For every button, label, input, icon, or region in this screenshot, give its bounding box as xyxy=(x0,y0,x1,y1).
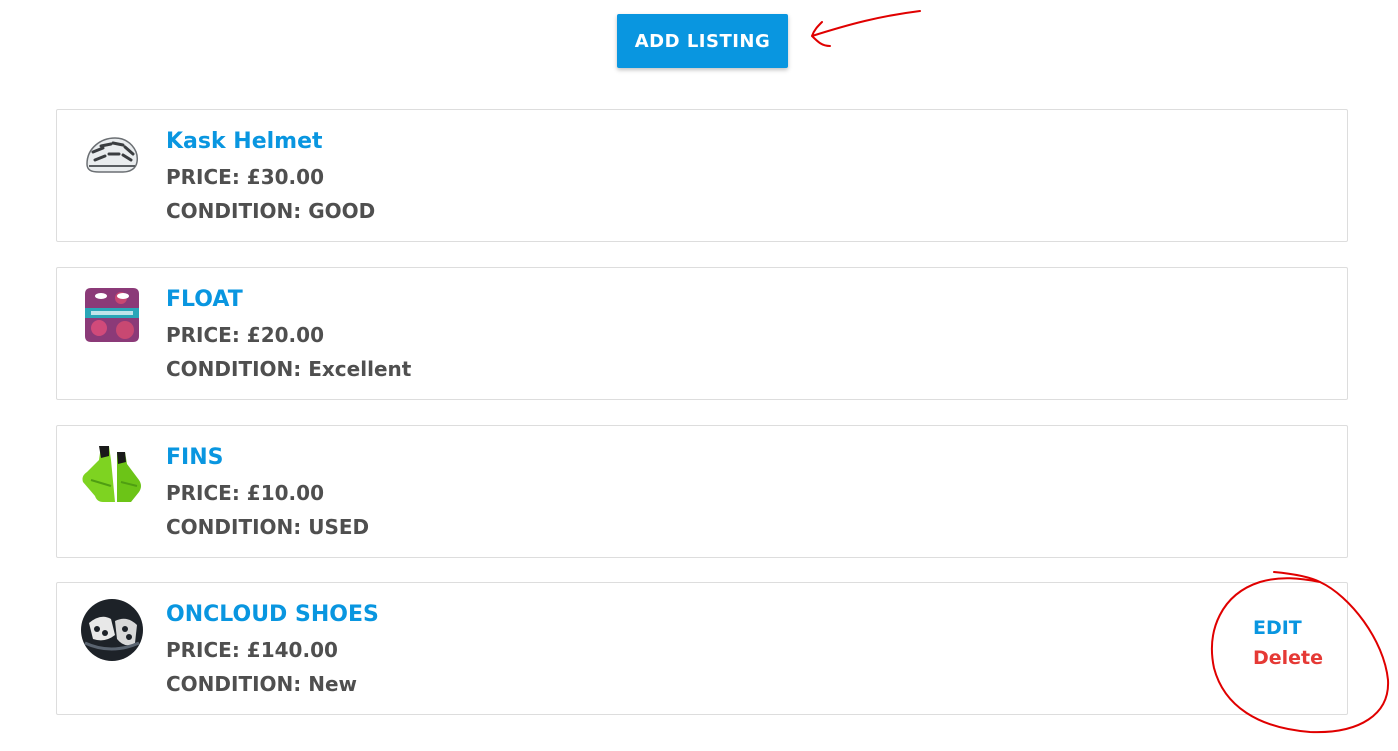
listing-title[interactable]: Kask Helmet xyxy=(166,128,323,156)
listing-card: FINS PRICE: £10.00 CONDITION: USED xyxy=(56,425,1348,558)
swim-fins-image xyxy=(82,446,141,502)
listing-card: FLOAT PRICE: £20.00 CONDITION: Excellent xyxy=(56,267,1348,400)
listing-actions: EDIT Delete xyxy=(1253,611,1323,671)
helmet-image xyxy=(86,137,138,173)
swim-float-image xyxy=(85,288,139,342)
listing-title[interactable]: ONCLOUD SHOES xyxy=(166,601,379,629)
listing-condition: CONDITION: GOOD xyxy=(166,199,376,223)
add-listing-button[interactable]: ADD LISTING xyxy=(617,14,788,68)
listing-title[interactable]: FINS xyxy=(166,444,223,472)
listing-price: PRICE: £140.00 xyxy=(166,638,338,662)
listing-price: PRICE: £10.00 xyxy=(166,481,324,505)
annotation-arrow xyxy=(811,10,921,47)
running-shoes-image xyxy=(81,599,143,661)
edit-link[interactable]: EDIT xyxy=(1253,611,1323,645)
listing-price: PRICE: £30.00 xyxy=(166,165,324,189)
listing-price: PRICE: £20.00 xyxy=(166,323,324,347)
listing-condition: CONDITION: USED xyxy=(166,515,370,539)
listing-title[interactable]: FLOAT xyxy=(166,286,243,314)
delete-link[interactable]: Delete xyxy=(1253,645,1323,671)
listing-condition: CONDITION: Excellent xyxy=(166,357,412,381)
listing-condition: CONDITION: New xyxy=(166,672,358,696)
listing-card: ONCLOUD SHOES PRICE: £140.00 CONDITION: … xyxy=(56,582,1348,715)
listing-card: Kask Helmet PRICE: £30.00 CONDITION: GOO… xyxy=(56,109,1348,242)
